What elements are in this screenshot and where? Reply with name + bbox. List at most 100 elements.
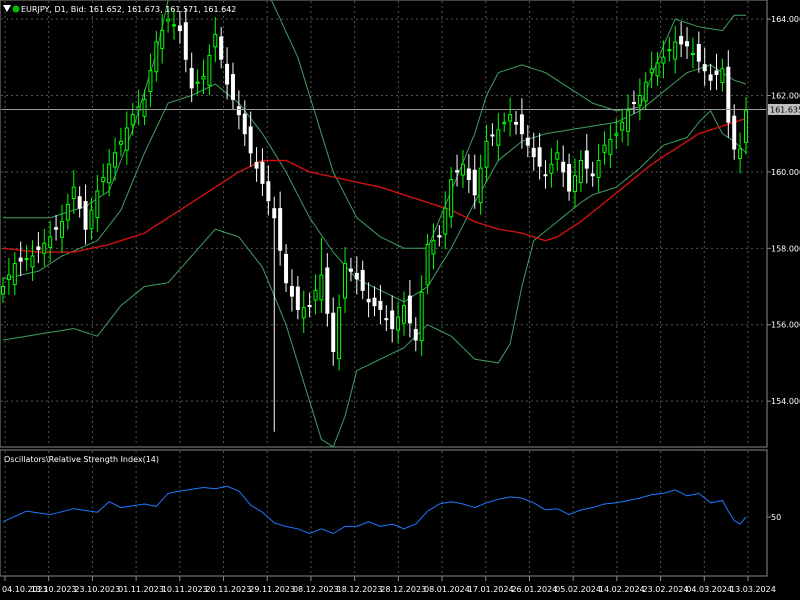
bear-candle-body (390, 310, 395, 330)
bull-candle-body (195, 81, 200, 84)
bear-candle-body (307, 304, 312, 307)
bull-candle-body (549, 163, 554, 174)
chart-header: EURJPY, D1, Bid: 161.652, 161.673, 161.5… (3, 5, 236, 14)
bear-candle-body (726, 66, 731, 123)
bull-candle-body (460, 163, 465, 176)
bear-candle-body (77, 196, 82, 209)
bull-candle-body (59, 221, 64, 238)
rsi-level-label: 50 (771, 513, 781, 522)
bear-candle-body (83, 200, 88, 230)
bull-candle-body (30, 255, 35, 268)
bull-candle-body (401, 305, 406, 324)
bull-candle-body (172, 24, 177, 27)
bull-candle-body (720, 68, 725, 84)
bear-candle-body (413, 329, 418, 341)
bear-candle-body (266, 181, 271, 202)
price-tick-label: 164.000 (771, 15, 800, 24)
date-tick-label: 08.12.2023 (293, 585, 339, 594)
bear-candle-body (325, 267, 330, 314)
bear-candle-body (272, 208, 277, 219)
bear-candle-body (378, 300, 383, 310)
bear-candle-body (230, 74, 235, 100)
bull-candle-body (602, 144, 607, 153)
date-tick-label: 05.02.2024 (555, 585, 601, 594)
current-price-marker: 161.635 (768, 103, 800, 115)
bull-candle-body (124, 127, 129, 151)
bull-candle-body (508, 114, 513, 122)
bear-candle-body (466, 168, 471, 181)
bull-candle-body (555, 152, 560, 160)
bull-candle-body (48, 236, 53, 248)
bear-candle-body (225, 63, 230, 85)
bear-candle-body (525, 137, 530, 146)
bull-candle-body (425, 244, 430, 286)
bull-candle-body (608, 138, 613, 155)
current-price-label: 161.635 (770, 105, 800, 114)
bull-candle-body (596, 159, 601, 178)
date-tick-label: 18.12.2023 (337, 585, 383, 594)
bull-candle-body (502, 121, 507, 125)
bull-candle-body (419, 291, 424, 342)
bull-candle-body (744, 110, 748, 143)
bear-candle-body (366, 298, 371, 303)
bear-candle-body (543, 174, 548, 177)
price-tick-label: 154.000 (771, 397, 800, 406)
bull-candle-body (148, 70, 153, 93)
bull-candle-body (626, 110, 631, 132)
bull-candle-body (319, 274, 324, 301)
price-tick-label: 156.000 (771, 321, 800, 330)
bear-candle-body (54, 227, 59, 230)
chart-window[interactable]: 154.000 156.000 158.000 160.000 162.000 164.0… (0, 0, 800, 600)
bull-candle-body (578, 159, 583, 184)
bull-candle-body (142, 98, 147, 117)
bull-candle-body (496, 129, 501, 146)
date-tick-label: 20.11.2023 (206, 585, 252, 594)
bull-candle-body (213, 33, 218, 48)
bear-candle-body (354, 272, 359, 280)
bear-candle-body (331, 312, 336, 352)
bull-candle-body (690, 52, 695, 55)
bull-candle-body (449, 179, 454, 218)
date-tick-label: 23.10.2023 (74, 585, 120, 594)
bear-candle-body (455, 170, 460, 173)
bear-candle-body (702, 64, 707, 72)
bear-candle-body (36, 246, 41, 251)
bull-candle-body (484, 140, 489, 168)
bull-candle-body (154, 41, 159, 73)
bear-candle-body (732, 115, 737, 150)
bear-candle-body (679, 36, 684, 45)
bull-candle-body (614, 133, 619, 136)
date-tick-label: 04.03.2024 (686, 585, 732, 594)
bear-candle-body (437, 235, 442, 238)
bull-candle-body (637, 95, 642, 106)
bull-candle-body (65, 203, 70, 221)
bull-candle-body (12, 263, 17, 286)
bull-candle-body (160, 30, 165, 49)
bear-candle-body (708, 74, 713, 81)
bull-candle-body (166, 18, 171, 22)
date-tick-label: 13.03.2024 (730, 585, 776, 594)
bear-candle-body (183, 22, 188, 60)
symbol-info: EURJPY, D1, Bid: 161.652, 161.673, 161.5… (21, 5, 236, 14)
bear-candle-body (561, 161, 566, 173)
bear-candle-body (177, 25, 182, 32)
date-tick-label: 17.01.2024 (468, 585, 514, 594)
date-tick-label: 13.10.2023 (31, 585, 77, 594)
bear-candle-body (295, 286, 300, 310)
bear-candle-body (537, 147, 542, 167)
date-tick-label: 29.11.2023 (249, 585, 295, 594)
bull-candle-body (620, 121, 625, 131)
date-tick-label: 28.12.2023 (380, 585, 426, 594)
bull-candle-body (661, 56, 666, 64)
bull-candle-body (71, 186, 76, 199)
bull-candle-body (443, 207, 448, 235)
bear-candle-body (490, 134, 495, 137)
bear-candle-body (519, 114, 524, 135)
date-tick-label: 01.11.2023 (118, 585, 164, 594)
bull-candle-body (95, 190, 100, 219)
bull-candle-body (89, 209, 94, 230)
bear-candle-body (714, 70, 719, 76)
bull-candle-body (113, 152, 118, 168)
bear-candle-body (248, 126, 253, 154)
bull-candle-body (649, 68, 654, 74)
